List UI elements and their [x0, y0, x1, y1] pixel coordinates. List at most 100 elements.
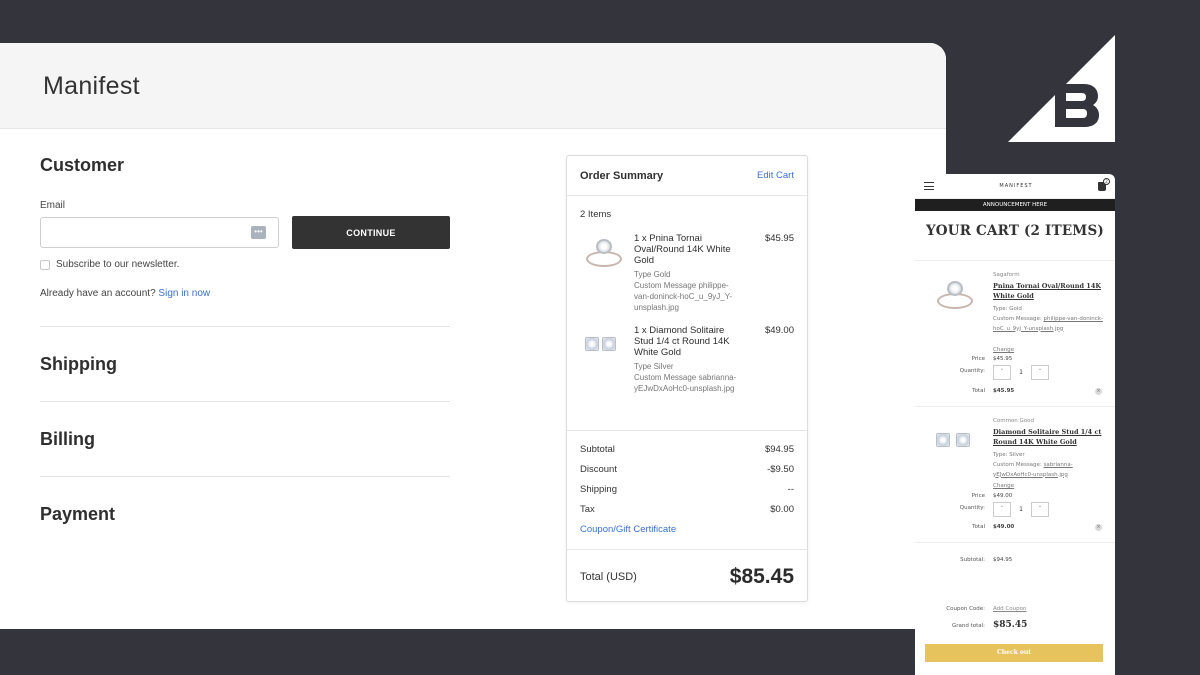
grand-total-value: $85.45 [993, 620, 1028, 630]
summary-item-info: 1 x Pnina Tornai Oval/Round 14K White Go… [634, 233, 740, 313]
add-coupon-link[interactable]: Add Coupon [993, 606, 1026, 612]
order-total: Total (USD) $85.45 [567, 549, 807, 603]
item-total-value: $45.95 [993, 388, 1015, 394]
mobile-store-logo[interactable]: MANIFEST [999, 183, 1032, 189]
mobile-subtotal-label: Subtotal: [960, 557, 985, 563]
store-logo[interactable]: Manifest [43, 72, 140, 101]
quantity-value: 1 [1019, 506, 1023, 513]
price-label: Price [971, 356, 985, 362]
mobile-item-custom-label: Custom Message: [993, 316, 1042, 322]
tax-label: Tax [580, 504, 595, 515]
checkout-button[interactable]: Check out [925, 644, 1103, 662]
earrings-thumbnail [931, 421, 979, 461]
bigcommerce-logo [1008, 35, 1115, 142]
change-link[interactable]: Change [993, 483, 1014, 489]
mobile-cart-totals: Subtotal: $94.95 Coupon Code: Add Coupon… [915, 542, 1115, 630]
quantity-label: Quantity: [959, 505, 985, 511]
mobile-item-name[interactable]: Diamond Solitaire Stud 1/4 ct Round 14K … [993, 427, 1105, 447]
quantity-stepper: ˅ 1 ˄ [993, 365, 1049, 380]
quantity-label: Quantity: [959, 368, 985, 374]
tax-value: $0.00 [770, 504, 794, 515]
grand-total-label: Grand total: [951, 623, 985, 629]
discount-value: -$9.50 [767, 464, 794, 475]
remove-item-icon[interactable]: × [1095, 388, 1102, 395]
mobile-item-type: Type: Gold [993, 306, 1022, 312]
ring-thumbnail [580, 233, 628, 273]
price-value: $45.95 [993, 356, 1013, 362]
subscribe-checkbox[interactable] [40, 259, 50, 270]
mobile-subtotal-value: $94.95 [993, 557, 1013, 563]
billing-step[interactable]: Billing [40, 402, 450, 450]
sign-in-link[interactable]: Sign in now [158, 288, 210, 299]
quantity-stepper: ˅ 1 ˄ [993, 502, 1049, 517]
payment-step[interactable]: Payment [40, 477, 450, 525]
shipping-value: -- [787, 484, 794, 495]
change-link[interactable]: Change [993, 347, 1014, 353]
total-label: Total [972, 388, 985, 394]
summary-item: 1 x Diamond Solitaire Stud 1/4 ct Round … [567, 325, 807, 394]
items-count: 2 Items [580, 209, 612, 220]
coupon-code-label: Coupon Code: [946, 606, 985, 612]
edit-cart-link[interactable]: Edit Cart [757, 170, 794, 181]
order-summary: Order Summary Edit Cart 2 Items 1 x Pnin… [566, 155, 808, 602]
mobile-cart-item: Common Good Diamond Solitaire Stud 1/4 c… [915, 406, 1115, 542]
subtotal-label: Subtotal [580, 444, 615, 455]
mobile-item-brand: Common Good [993, 418, 1035, 424]
subtotal-value: $94.95 [764, 444, 794, 455]
summary-item: 1 x Pnina Tornai Oval/Round 14K White Go… [567, 233, 807, 313]
quantity-increase-button[interactable]: ˄ [1031, 502, 1049, 517]
summary-item-price: $49.00 [764, 325, 794, 336]
earring-shape [936, 433, 950, 447]
item-total-value: $49.00 [993, 524, 1015, 530]
tax-row: Tax $0.00 [580, 504, 794, 524]
order-summary-title: Order Summary [580, 169, 664, 182]
summary-item-price: $45.95 [764, 233, 794, 244]
shipping-step[interactable]: Shipping [40, 327, 450, 375]
quantity-increase-button[interactable]: ˄ [1031, 365, 1049, 380]
mobile-item-custom: Custom Message: philippe-van-doninck-hoC… [993, 315, 1105, 334]
earrings-thumbnail [580, 325, 628, 365]
shipping-section-title: Shipping [40, 354, 117, 374]
account-prompt-row: Already have an account? Sign in now [40, 288, 450, 299]
store-header: Manifest [0, 43, 946, 129]
continue-button[interactable]: CONTINUE [292, 216, 450, 249]
password-manager-icon[interactable]: ••• [251, 226, 266, 239]
summary-item-type: Type Silver [634, 362, 674, 371]
earring-shape [956, 433, 970, 447]
quantity-decrease-button[interactable]: ˅ [993, 365, 1011, 380]
subtotal-row: Subtotal $94.95 [580, 444, 794, 464]
subscribe-label[interactable]: Subscribe to our newsletter. [56, 259, 179, 270]
quantity-decrease-button[interactable]: ˅ [993, 502, 1011, 517]
customer-section-title: Customer [40, 155, 125, 175]
discount-row: Discount -$9.50 [580, 464, 794, 484]
remove-item-icon[interactable]: × [1095, 524, 1102, 531]
checkout-window: Manifest Customer Email ••• CONTINUE Sub… [0, 43, 946, 629]
summary-item-custom: Custom Message sabrianna-yEJwDxAoHc0-uns… [634, 373, 737, 393]
email-field-wrapper: ••• [40, 217, 279, 248]
shipping-row: Shipping -- [580, 484, 794, 504]
mobile-item-custom-label: Custom Message: [993, 462, 1042, 468]
price-label: Price [971, 493, 985, 499]
email-field[interactable] [41, 218, 278, 247]
mobile-cart-title: YOUR CART (2 ITEMS) [925, 223, 1104, 239]
summary-item-info: 1 x Diamond Solitaire Stud 1/4 ct Round … [634, 325, 740, 394]
account-prompt: Already have an account? [40, 288, 156, 299]
ring-stone-shape [947, 281, 963, 296]
summary-totals: Subtotal $94.95 Discount -$9.50 Shipping… [567, 430, 807, 535]
cart-bag-icon[interactable]: 2 [1098, 177, 1110, 191]
payment-section-title: Payment [40, 504, 116, 524]
mobile-cart-item: Sagaform Pnina Tornai Oval/Round 14K Whi… [915, 260, 1115, 396]
price-value: $49.00 [993, 493, 1013, 499]
mobile-item-name[interactable]: Pnina Tornai Oval/Round 14K White Gold [993, 281, 1105, 301]
total-label: Total [972, 524, 985, 530]
coupon-link[interactable]: Coupon/Gift Certificate [580, 524, 794, 535]
checkout-steps: Customer Email ••• CONTINUE Subscribe to… [40, 155, 450, 525]
earring-shape [585, 337, 599, 351]
quantity-value: 1 [1019, 369, 1023, 376]
email-label: Email [40, 200, 66, 211]
shipping-label: Shipping [580, 484, 617, 495]
menu-icon[interactable] [924, 182, 934, 190]
mobile-cart-preview: MANIFEST 2 ANNOUNCEMENT HERE YOUR CART (… [915, 174, 1115, 675]
total-label: Total (USD) [580, 570, 637, 583]
ring-thumbnail [931, 275, 979, 315]
